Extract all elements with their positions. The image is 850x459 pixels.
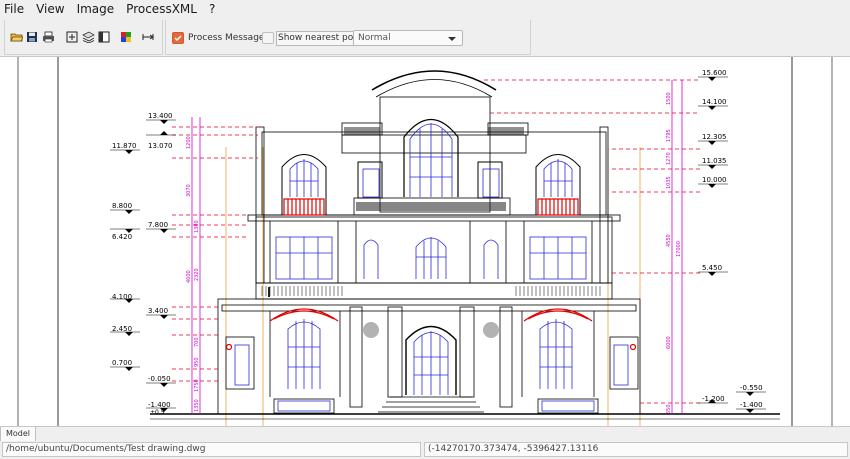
level-marker: 11.870 <box>110 142 140 154</box>
tab-model[interactable]: Model <box>0 427 37 442</box>
level-marker: 2.450 <box>110 325 140 336</box>
svg-text:17000: 17000 <box>676 241 682 257</box>
svg-text:1270: 1270 <box>666 152 672 165</box>
level-label: 0.700 <box>112 359 132 367</box>
level-marker: 15.600 <box>698 69 728 81</box>
level-label: 12.305 <box>702 133 727 141</box>
menu-bar: File View Image ProcessXML ? <box>0 0 850 19</box>
open-folder-icon[interactable] <box>9 30 23 44</box>
layout-tab-bar: Model <box>0 426 850 442</box>
level-label: -0.050 <box>148 375 171 383</box>
level-marker: 10.000 <box>698 176 728 188</box>
level-marker: 13.400 <box>146 112 176 124</box>
level-label: -1.400 <box>740 401 763 409</box>
svg-text:2320: 2320 <box>194 268 200 281</box>
svg-text:950: 950 <box>194 357 200 367</box>
svg-text:3070: 3070 <box>186 184 192 197</box>
menu-processxml[interactable]: ProcessXML <box>120 0 203 19</box>
color-icon[interactable] <box>119 30 133 44</box>
svg-text:4600: 4600 <box>186 270 192 283</box>
level-marker: 3.400 <box>146 307 176 319</box>
svg-text:1500: 1500 <box>666 92 672 105</box>
svg-text:1200: 1200 <box>186 136 192 149</box>
svg-text:4550: 4550 <box>666 234 672 247</box>
save-icon[interactable] <box>25 30 39 44</box>
level-label: ±0.5 <box>150 409 165 416</box>
status-bar: /home/ubuntu/Documents/Test drawing.dwg … <box>0 441 850 459</box>
cursor-coordinates-field: (-14270170.373474, -5396427.13116 <box>424 442 848 457</box>
svg-text:1380: 1380 <box>194 220 200 233</box>
level-label: -1.400 <box>148 401 171 409</box>
level-marker: 6.420 <box>110 228 140 241</box>
level-label: -0.550 <box>740 384 763 392</box>
file-tools-group <box>4 20 163 55</box>
level-marker: 4.100 <box>110 293 140 303</box>
level-label: 10.000 <box>702 176 727 184</box>
level-label: 2.450 <box>112 325 132 333</box>
level-marker: 7.800 <box>146 221 176 233</box>
level-label: -1.200 <box>702 395 725 403</box>
level-label: 8.800 <box>112 202 132 210</box>
show-nearest-point-checkbox[interactable] <box>262 32 274 44</box>
options-group: Process Messages Show nearest point Norm… <box>165 20 531 55</box>
menu-view[interactable]: View <box>30 0 70 19</box>
svg-text:1750: 1750 <box>194 379 200 392</box>
level-label: 15.600 <box>702 69 727 77</box>
svg-text:650: 650 <box>666 404 672 414</box>
menu-file[interactable]: File <box>0 0 30 19</box>
layers-icon[interactable] <box>81 30 95 44</box>
svg-text:1795: 1795 <box>666 129 672 142</box>
level-marker: 11.035 <box>698 157 728 169</box>
level-marker: 5.450 <box>698 264 728 276</box>
level-label: 13.400 <box>148 112 173 120</box>
level-marker: 14.100 <box>698 98 728 110</box>
level-label: 11.035 <box>702 157 727 165</box>
toolbar: Process Messages Show nearest point Norm… <box>0 19 850 57</box>
svg-text:6000: 6000 <box>666 336 672 349</box>
level-label: 14.100 <box>702 98 727 106</box>
level-label: 13.070 <box>148 142 173 150</box>
level-marker: 8.800 <box>110 202 140 214</box>
menu-help[interactable]: ? <box>203 0 221 19</box>
measure-icon[interactable] <box>141 30 155 44</box>
level-label: 7.800 <box>148 221 168 229</box>
level-marker: -1.400 <box>736 401 766 413</box>
file-path-field: /home/ubuntu/Documents/Test drawing.dwg <box>2 442 421 457</box>
svg-text:1035: 1035 <box>666 176 672 189</box>
svg-text:1350: 1350 <box>194 399 200 412</box>
mode-selected-value: Normal <box>358 33 391 43</box>
zoom-extents-icon[interactable] <box>65 30 79 44</box>
level-label: 11.870 <box>112 142 137 150</box>
level-marker: -0.550 <box>736 384 766 396</box>
cad-drawing: 1200 3070 4600 1380 2320 700 950 1750 13… <box>17 57 833 426</box>
level-marker: 12.305 <box>698 133 728 145</box>
mode-select[interactable]: Normal <box>353 30 463 46</box>
level-marker: -0.050 <box>146 375 176 387</box>
level-label: 4.100 <box>112 293 132 301</box>
level-marker: -1.200 <box>698 395 728 404</box>
chevron-down-icon <box>448 37 456 41</box>
process-messages-checkbox[interactable] <box>172 32 184 44</box>
drawing-canvas[interactable]: 1200 3070 4600 1380 2320 700 950 1750 13… <box>0 57 850 426</box>
level-label: 5.450 <box>702 264 722 272</box>
panel-icon[interactable] <box>97 30 111 44</box>
process-messages-label: Process Messages <box>188 33 270 43</box>
level-marker: 13.070 <box>146 131 176 150</box>
level-marker: 0.700 <box>110 359 140 371</box>
menu-image[interactable]: Image <box>71 0 121 19</box>
svg-text:700: 700 <box>194 337 200 347</box>
print-icon[interactable] <box>41 30 55 44</box>
level-label: 3.400 <box>148 307 168 315</box>
level-label: 6.420 <box>112 233 132 241</box>
